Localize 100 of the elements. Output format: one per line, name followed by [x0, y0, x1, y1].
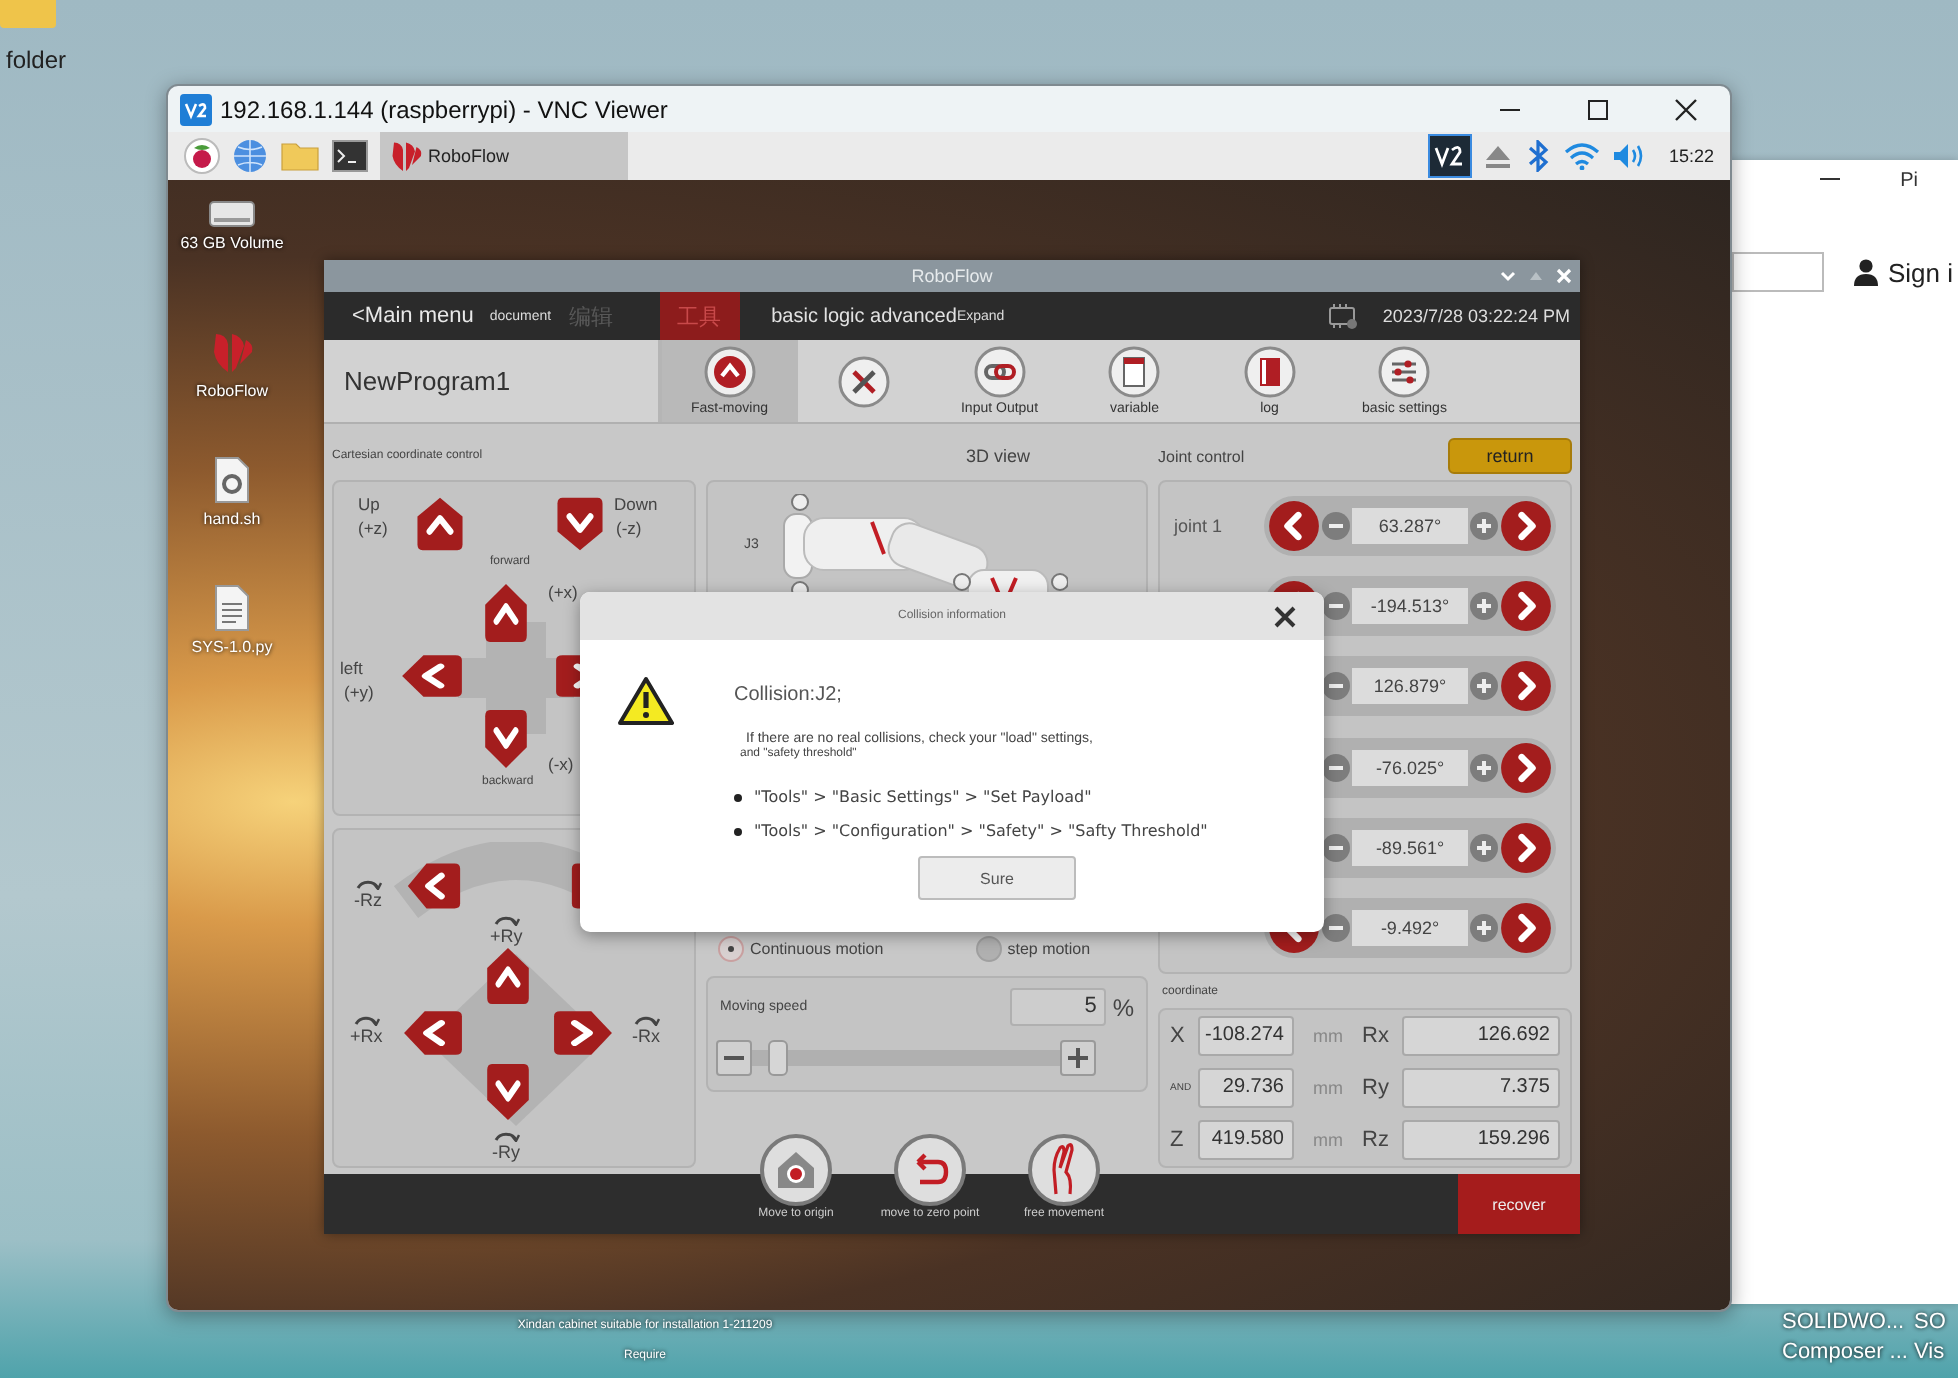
increase-arrow-button[interactable] [1500, 821, 1552, 874]
increase-button[interactable] [1060, 1040, 1096, 1076]
speed-input[interactable]: 5 [1010, 988, 1107, 1026]
axis-label: (+y) [344, 682, 374, 702]
increase-arrow-button[interactable] [1500, 660, 1552, 713]
axis-label: -Ry [492, 1142, 520, 1162]
arrow-circle-icon [703, 346, 756, 398]
back-button[interactable]: <Main menu [352, 304, 474, 328]
axis-label: +Rx [350, 1026, 383, 1046]
program-name: NewProgram1 [344, 366, 511, 396]
plus-button[interactable] [1470, 753, 1498, 782]
minus-button[interactable] [1322, 913, 1350, 942]
date-time-text: 2023/7/28 03:22:24 PM [1382, 306, 1570, 326]
axis-label: (-z) [616, 518, 642, 538]
drive-icon[interactable] [208, 200, 256, 228]
plus-button[interactable] [1470, 672, 1498, 701]
joint-value: -194.513° [1352, 588, 1468, 625]
minimize-icon[interactable] [1820, 178, 1841, 182]
backward-arrow-button[interactable] [482, 708, 530, 770]
minus-button[interactable] [1322, 592, 1350, 621]
section-title: 3D view [966, 446, 1031, 466]
document-icon [1108, 346, 1161, 398]
down-arrow-button[interactable] [554, 496, 606, 552]
plus-button[interactable] [1470, 913, 1498, 942]
axis-label: -Rz [354, 890, 382, 910]
minus-button[interactable] [1322, 753, 1350, 782]
sign-in-button[interactable]: Sign i [1852, 257, 1954, 287]
mode-label[interactable]: basic logic advanced [771, 292, 957, 340]
down-arrow-button[interactable] [484, 1062, 532, 1122]
tab-title[interactable]: Pi [1900, 169, 1918, 191]
wifi-icon[interactable] [1564, 142, 1601, 170]
app-logo-icon[interactable] [1428, 134, 1473, 178]
taskbar-app-button[interactable]: RoboFlow [380, 132, 628, 180]
decrease-button[interactable] [716, 1040, 752, 1076]
close-icon[interactable] [1274, 605, 1296, 627]
joint-value: -89.561° [1352, 829, 1468, 866]
script-file-icon[interactable] [212, 456, 252, 504]
recover-button[interactable]: recover [1458, 1174, 1580, 1234]
clock-text: 15:22 [1668, 146, 1714, 166]
icon-label: folder [6, 46, 67, 74]
axis-label: (-x) [548, 754, 574, 774]
joint-label: joint 1 [1174, 516, 1223, 537]
slider-thumb[interactable] [767, 1040, 788, 1076]
joint-value: 63.287° [1352, 508, 1468, 545]
eject-icon[interactable] [1484, 142, 1513, 170]
person-icon [1852, 258, 1880, 286]
coordinate-value: 419.580 [1198, 1120, 1294, 1160]
terminal-icon[interactable] [332, 140, 368, 172]
coordinate-value: 29.736 [1198, 1068, 1294, 1108]
plus-button[interactable] [1470, 833, 1498, 862]
increase-arrow-button[interactable] [1500, 741, 1552, 794]
axis-label: Rx [1362, 1024, 1391, 1048]
axis-label: -Rx [632, 1026, 660, 1046]
icon-label: 63 GB Volume [180, 234, 284, 252]
left-arrow-button[interactable] [400, 652, 464, 700]
sure-button[interactable]: Sure [918, 856, 1076, 900]
wrench-screwdriver-icon [838, 355, 891, 407]
home-target-icon [760, 1134, 832, 1206]
increase-arrow-button[interactable] [1500, 901, 1552, 954]
up-arrow-button[interactable] [414, 496, 466, 552]
document-icon[interactable] [212, 584, 252, 632]
unit-label: mm [1311, 1078, 1345, 1098]
increase-arrow-button[interactable] [1500, 580, 1552, 633]
radio-option[interactable]: Continuous motion [718, 935, 884, 961]
coordinate-value: 126.692 [1402, 1016, 1560, 1056]
unit-label: % [1112, 993, 1134, 1021]
icon-label: SOLIDWO... [1782, 1308, 1906, 1338]
icon-label: SYS-1.0.py [191, 638, 273, 656]
chip-icon [1326, 303, 1359, 329]
rotate-left-button[interactable] [406, 860, 462, 912]
increase-arrow-button[interactable] [1500, 500, 1552, 553]
minus-button[interactable] [1322, 512, 1350, 541]
book-icon [1243, 346, 1296, 398]
icon-label: RoboFlow [195, 382, 268, 400]
axis-label: Rz [1362, 1128, 1391, 1152]
step-text: "Tools" > "Configuration" > "Safety" > "Safty Threshold" [754, 822, 1208, 840]
plus-button[interactable] [1470, 592, 1498, 621]
decrease-arrow-button[interactable] [1268, 500, 1320, 553]
globe-icon[interactable] [232, 138, 268, 174]
radio-option[interactable]: step motion [975, 935, 1091, 961]
axis-label: (+z) [358, 518, 388, 538]
minus-icon [724, 1056, 744, 1060]
chevron-down-icon[interactable] [1500, 268, 1516, 284]
window-title: 192.168.1.144 (raspberrypi) - VNC Viewer [220, 95, 670, 123]
minus-button[interactable] [1322, 672, 1350, 701]
right-arrow-button[interactable] [552, 1008, 614, 1058]
bluetooth-icon[interactable] [1524, 140, 1553, 172]
axis-label: Z [1170, 1128, 1186, 1152]
axis-label: Ry [1362, 1076, 1391, 1100]
raspberry-icon[interactable] [184, 138, 220, 174]
plus-button[interactable] [1470, 512, 1498, 541]
forward-arrow-button[interactable] [482, 582, 530, 644]
left-arrow-button[interactable] [402, 1008, 464, 1058]
return-button[interactable]: return [1448, 438, 1572, 474]
minus-button[interactable] [1322, 833, 1350, 862]
plus-icon [1068, 1048, 1088, 1068]
text-field[interactable] [1732, 252, 1824, 292]
unit-label: mm [1311, 1130, 1345, 1150]
icon-label: hand.sh [203, 510, 261, 528]
up-arrow-button[interactable] [484, 946, 532, 1006]
